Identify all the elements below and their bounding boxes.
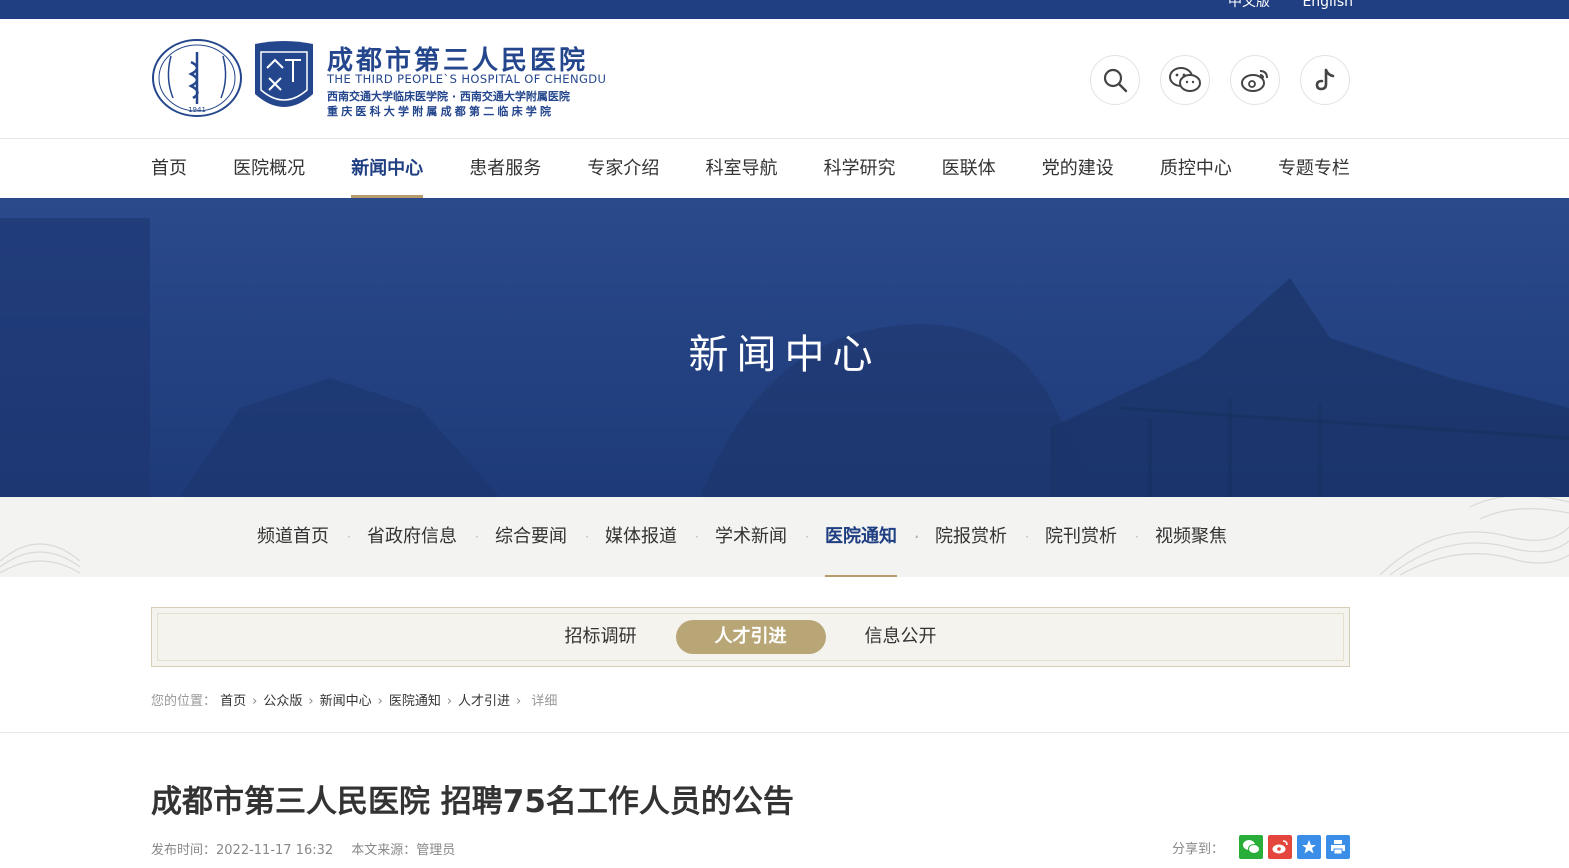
hospital-seal-icon: 1941 [152, 39, 242, 117]
share-qzone-button[interactable] [1297, 835, 1321, 859]
star-icon [1302, 840, 1316, 854]
channel-nav-item-0[interactable]: 频道首页 · [238, 497, 351, 577]
category-tabs-box: 招标调研 人才引进 信息公开 [151, 607, 1350, 667]
chevron-right-icon: › [377, 694, 383, 709]
hospital-name-en: THE THIRD PEOPLE`S HOSPITAL OF CHENGDU [327, 72, 607, 86]
wechat-icon [1169, 67, 1201, 92]
header-icons [1090, 55, 1350, 105]
search-icon [1103, 68, 1128, 93]
channel-nav-item-2[interactable]: 综合要闻 · [476, 497, 589, 577]
category-tab-2[interactable]: 信息公开 [826, 620, 976, 654]
seal-year: 1941 [188, 106, 206, 114]
category-tab-1[interactable]: 人才引进 [675, 620, 826, 654]
channel-nav-item-7[interactable]: 院刊赏析 · [1026, 497, 1139, 577]
channel-nav-item-8[interactable]: 视频聚焦 [1136, 497, 1246, 577]
channel-nav-label: 省政府信息 [367, 526, 457, 547]
print-button[interactable] [1326, 835, 1350, 859]
channel-nav-label: 媒体报道 [605, 526, 677, 547]
channel-nav-items: 频道首页 · 省政府信息 · 综合要闻 · 媒体报道 · 学术新闻 · 医院通知 · 院报赏析 · 院刊赏析… [238, 497, 1246, 577]
breadcrumb-link-0[interactable]: 首页 [220, 694, 246, 709]
weibo-button[interactable] [1230, 55, 1280, 105]
wechat-icon [1243, 840, 1260, 854]
lang-link-cn[interactable]: 中文版 [1228, 0, 1270, 10]
article-source: 本文来源：管理员 [351, 843, 456, 858]
chevron-right-icon: › [516, 694, 522, 709]
channel-nav-item-1[interactable]: 省政府信息 · [348, 497, 479, 577]
breadcrumb-current: 详细 [531, 694, 558, 709]
channel-nav-label: 医院通知 [825, 526, 897, 547]
weibo-icon [1272, 840, 1288, 854]
chevron-right-icon: › [252, 694, 258, 709]
breadcrumb-link-4[interactable]: 人才引进 [458, 694, 510, 709]
publish-time: 发布时间：2022-11-17 16:32 [151, 843, 334, 858]
category-tabs: 招标调研 人才引进 信息公开 [152, 620, 1349, 654]
share-label: 分享到： [1171, 841, 1224, 857]
category-tab-0[interactable]: 招标调研 [526, 620, 676, 654]
breadcrumb-link-3[interactable]: 医院通知 [389, 694, 441, 709]
nav-item-9[interactable]: 质控中心 [1160, 140, 1232, 198]
language-links: 中文版 English [1200, 0, 1353, 11]
nav-item-7[interactable]: 医联体 [942, 140, 996, 198]
nav-item-5[interactable]: 科室导航 [705, 140, 777, 198]
nav-item-0[interactable]: 首页 [151, 140, 187, 198]
article-title: 成都市第三人民医院 招聘75名工作人员的公告 [151, 784, 794, 820]
nav-item-8[interactable]: 党的建设 [1042, 140, 1114, 198]
nav-item-3[interactable]: 患者服务 [469, 140, 541, 198]
article-meta: 发布时间：2022-11-17 16:32 本文来源：管理员 [151, 839, 469, 858]
top-bar: 中文版 English [0, 0, 1569, 19]
breadcrumb-label: 您的位置： [151, 694, 217, 709]
channel-nav-label: 院报赏析 [935, 526, 1007, 547]
douyin-icon [1315, 68, 1335, 91]
channel-nav-label: 综合要闻 [495, 526, 567, 547]
breadcrumb: 您的位置： 首页 › 公众版 › 新闻中心 › 医院通知 › 人才引进 › 详细 [151, 690, 557, 709]
share-wechat-button[interactable] [1239, 835, 1263, 859]
university-seal-icon [255, 41, 313, 107]
nav-item-2[interactable]: 新闻中心 [351, 140, 424, 198]
douyin-button[interactable] [1300, 55, 1350, 105]
chevron-right-icon: › [446, 694, 453, 709]
site-header: 1941 成都市第三人民医院 THE THIRD PEOPLE`S HOSPIT… [0, 19, 1569, 139]
weibo-icon [1241, 70, 1268, 92]
channel-nav-label: 院刊赏析 [1045, 526, 1117, 547]
share-weibo-button[interactable] [1268, 835, 1292, 859]
banner-title: 新闻中心 [688, 332, 881, 378]
section-divider [0, 732, 1569, 733]
channel-nav-item-6[interactable]: 院报赏析 · [916, 497, 1029, 577]
main-nav: 首页 医院概况 新闻中心 患者服务 专家介绍 科室导航 科学研究 医联体 党的建设 质控中心 专题专… [151, 140, 1350, 198]
hospital-logo[interactable]: 1941 成都市第三人民医院 THE THIRD PEOPLE`S HOSPIT… [151, 38, 621, 118]
channel-nav: 频道首页 · 省政府信息 · 综合要闻 · 媒体报道 · 学术新闻 · 医院通知 · 院报赏析 · 院刊赏析… [0, 497, 1569, 577]
breadcrumb-link-1[interactable]: 公众版 [263, 694, 302, 709]
nav-item-10[interactable]: 专题专栏 [1278, 140, 1350, 198]
channel-nav-item-4[interactable]: 学术新闻 · [696, 497, 809, 577]
nav-item-6[interactable]: 科学研究 [824, 140, 896, 198]
channel-nav-label: 视频聚焦 [1155, 526, 1227, 547]
channel-nav-item-5[interactable]: 医院通知 · [806, 497, 919, 577]
printer-icon [1331, 840, 1345, 855]
hospital-affiliation-1: 西南交通大学临床医学院 · 西南交通大学附属医院 [327, 90, 570, 103]
breadcrumb-link-2[interactable]: 新闻中心 [320, 694, 372, 709]
nav-item-1[interactable]: 医院概况 [233, 140, 305, 198]
search-button[interactable] [1090, 55, 1140, 105]
share-bar: 分享到： [1172, 835, 1350, 859]
hospital-affiliation-2: 重庆医科大学附属成都第二临床学院 [327, 105, 555, 118]
channel-nav-item-3[interactable]: 媒体报道 · [586, 497, 699, 577]
lang-link-en[interactable]: English [1302, 0, 1353, 10]
chevron-right-icon: › [308, 694, 314, 709]
wechat-button[interactable] [1160, 55, 1210, 105]
channel-nav-label: 频道首页 [257, 526, 329, 547]
channel-nav-label: 学术新闻 [715, 526, 787, 547]
nav-item-4[interactable]: 专家介绍 [587, 140, 659, 198]
